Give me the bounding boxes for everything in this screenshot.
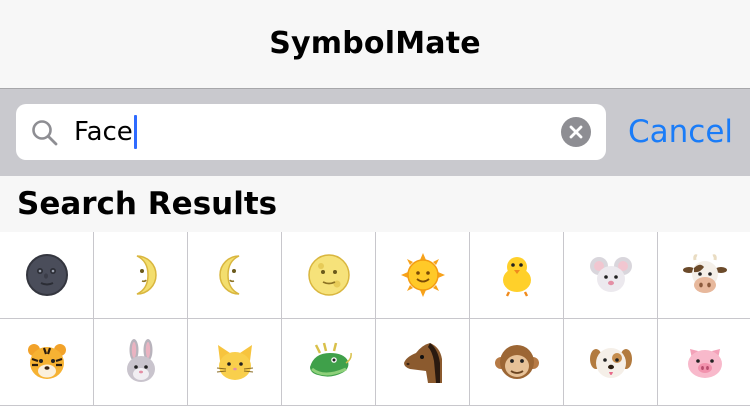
result-cell[interactable] (188, 319, 282, 406)
mouse-face-icon (589, 257, 632, 292)
baby-chick-icon (502, 257, 531, 297)
cancel-button[interactable]: Cancel (628, 111, 733, 153)
text-cursor (133, 115, 137, 149)
sun-face-icon (400, 253, 445, 297)
result-cell[interactable] (658, 232, 750, 319)
last-quarter-moon-face-icon (218, 255, 239, 295)
tiger-face-icon (27, 344, 66, 379)
result-cell[interactable] (94, 319, 188, 406)
clear-icon (569, 125, 583, 139)
result-cell[interactable] (94, 232, 188, 319)
pig-face-icon (687, 349, 722, 378)
search-bar: Face Cancel (0, 89, 750, 176)
monkey-face-icon (494, 345, 539, 379)
result-cell[interactable] (376, 232, 470, 319)
dog-face-icon (589, 348, 632, 378)
result-cell[interactable] (564, 319, 658, 406)
result-cell[interactable] (282, 319, 376, 406)
navigation-bar: SymbolMate (0, 0, 750, 89)
section-header: Search Results (0, 176, 750, 232)
results-grid (0, 232, 750, 406)
result-cell[interactable] (282, 232, 376, 319)
app-title: SymbolMate (269, 25, 481, 61)
cat-face-icon (216, 345, 253, 380)
result-cell[interactable] (470, 232, 564, 319)
full-moon-face-icon (307, 254, 350, 296)
section-title: Search Results (17, 186, 278, 222)
result-cell[interactable] (0, 232, 94, 319)
search-icon (32, 120, 58, 146)
result-cell[interactable] (564, 232, 658, 319)
search-input-text: Face (74, 117, 133, 147)
horse-face-icon (403, 343, 442, 383)
result-cell[interactable] (470, 319, 564, 406)
first-quarter-moon-face-icon (136, 255, 157, 295)
rabbit-face-icon (126, 339, 155, 382)
new-moon-face-icon (25, 254, 68, 296)
cow-face-icon (682, 254, 727, 293)
search-input[interactable]: Face (74, 115, 137, 149)
result-cell[interactable] (188, 232, 282, 319)
result-cell[interactable] (658, 319, 750, 406)
dragon-face-icon (309, 342, 352, 377)
result-cell[interactable] (376, 319, 470, 406)
search-field[interactable]: Face (16, 104, 606, 160)
clear-search-button[interactable] (561, 117, 591, 147)
result-cell[interactable] (0, 319, 94, 406)
